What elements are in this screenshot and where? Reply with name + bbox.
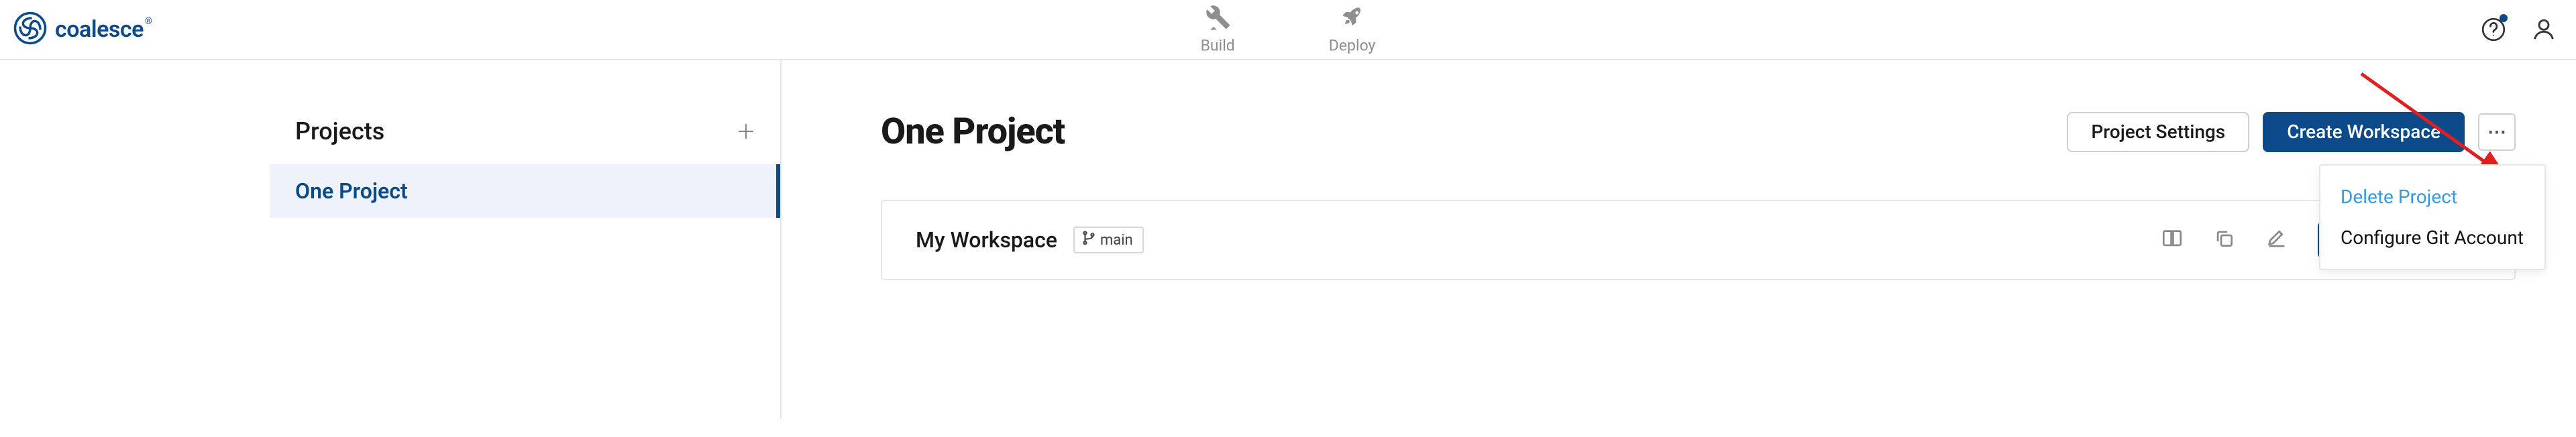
project-settings-button[interactable]: Project Settings: [2067, 112, 2249, 152]
workspace-card: My Workspace main: [881, 200, 2516, 280]
nav-deploy[interactable]: Deploy: [1329, 5, 1376, 55]
user-menu-button[interactable]: [2530, 16, 2557, 43]
duplicate-button[interactable]: [2213, 227, 2236, 253]
sidebar: Projects One Project: [0, 60, 782, 419]
nav-deploy-label: Deploy: [1329, 37, 1376, 55]
main-header: One Project Project Settings Create Work…: [881, 111, 2576, 153]
brand-name: coalesce®: [55, 16, 152, 43]
workspace-name: My Workspace: [916, 227, 1057, 253]
docs-button[interactable]: [2161, 227, 2184, 253]
copy-icon: [2213, 227, 2236, 253]
notification-dot-icon: [2500, 14, 2508, 22]
deploy-icon: [1340, 5, 1365, 34]
sidebar-item-project[interactable]: One Project: [270, 164, 780, 218]
pencil-icon: [2265, 227, 2288, 253]
sidebar-item-label: One Project: [295, 178, 408, 204]
body: Projects One Project One Project Project…: [0, 60, 2576, 419]
edit-button[interactable]: [2265, 227, 2288, 253]
page-title: One Project: [881, 111, 1065, 153]
add-project-button[interactable]: [736, 121, 756, 141]
nav-build[interactable]: Build: [1201, 5, 1235, 55]
create-workspace-button[interactable]: Create Workspace: [2263, 112, 2465, 152]
nav-build-label: Build: [1201, 37, 1235, 55]
menu-delete-project[interactable]: Delete Project: [2320, 176, 2544, 217]
top-nav: coalesce® Build Deploy: [0, 0, 2576, 60]
main: One Project Project Settings Create Work…: [782, 60, 2576, 419]
branch-chip[interactable]: main: [1073, 227, 1144, 253]
help-button[interactable]: [2481, 17, 2506, 42]
build-icon: [1205, 5, 1230, 34]
branch-name: main: [1100, 232, 1133, 249]
brand[interactable]: coalesce®: [13, 11, 152, 48]
nav-center: Build Deploy: [1201, 5, 1376, 55]
brand-logo-icon: [13, 11, 47, 48]
sidebar-title: Projects: [295, 117, 384, 145]
project-more-button[interactable]: ⋯: [2478, 113, 2516, 151]
git-branch-icon: [1081, 231, 1096, 249]
project-more-menu: Delete Project Configure Git Account: [2319, 164, 2546, 270]
book-icon: [2161, 227, 2184, 253]
menu-configure-git[interactable]: Configure Git Account: [2320, 217, 2544, 258]
nav-right: [2481, 16, 2557, 43]
sidebar-header: Projects: [270, 117, 780, 164]
